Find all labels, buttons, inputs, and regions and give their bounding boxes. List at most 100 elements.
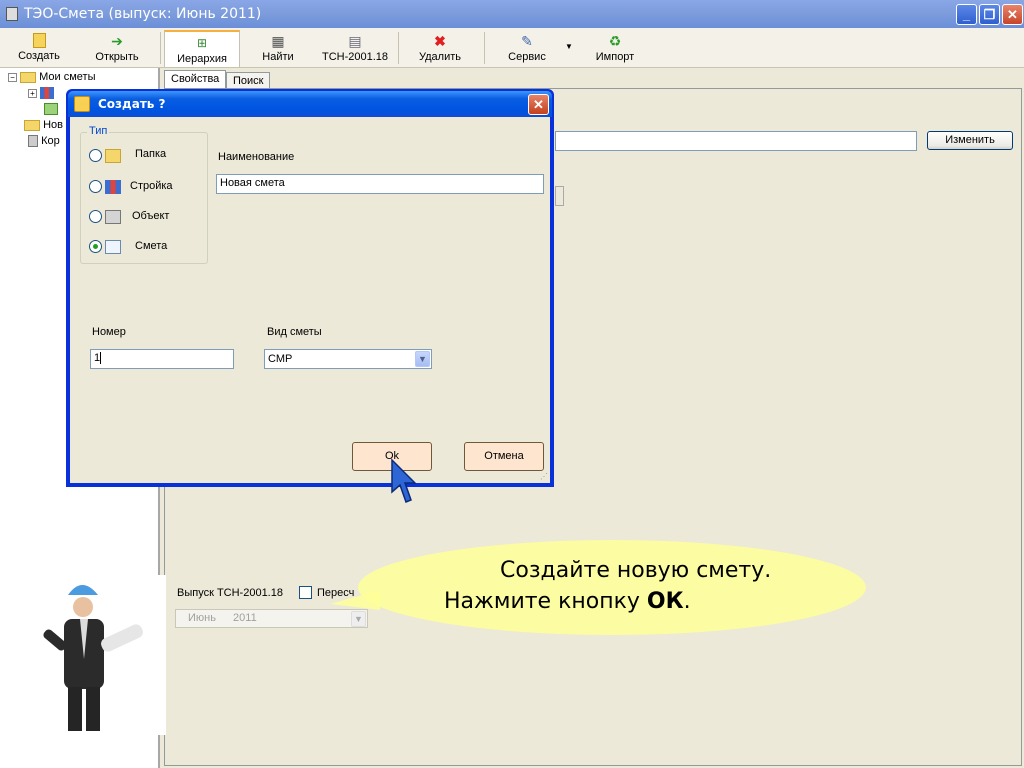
kind-value: СМР [268,353,293,365]
number-input[interactable]: 1 [90,349,234,369]
main-titlebar[interactable]: ТЭО-Смета (выпуск: Июнь 2011) _ ❐ ✕ [0,0,1024,28]
callout-line1: Создайте новую смету. [500,558,772,583]
tree-item-label: Нов [43,119,63,131]
dialog-titlebar[interactable]: Создать ? ✕ [68,91,552,117]
delete-icon: ✖ [434,33,446,49]
create-dialog: Создать ? ✕ Тип Папка Стройка Объект Сме… [66,89,554,487]
expand-icon[interactable]: + [28,88,37,98]
find-label: Найти [262,51,294,63]
collapse-icon[interactable]: − [8,72,17,82]
type-label-object: Объект [132,210,170,222]
close-button[interactable]: ✕ [1002,4,1023,25]
release-label: Выпуск ТСН-2001.18 [177,587,283,599]
tsn-label: ТСН-2001.18 [321,51,389,63]
delete-button[interactable]: ✖ Удалить [410,30,470,67]
toolbar-separator [398,32,399,64]
tab-properties[interactable]: Свойства [164,70,227,88]
tree-root-label: Мои сметы [39,71,96,83]
tsn-icon: ▤ [348,33,362,49]
dialog-close-button[interactable]: ✕ [528,94,549,115]
create-button[interactable]: Создать [8,30,70,67]
import-label: Импорт [595,51,635,63]
tsn-button[interactable]: ▤ ТСН-2001.18 [318,30,392,67]
tree-item-label: Кор [41,135,60,147]
tree-item-trash[interactable]: Кор [28,135,60,151]
open-label: Открыть [95,51,139,63]
chevron-down-icon[interactable]: ▼ [351,611,366,627]
service-button[interactable]: ✎ Сервис [500,30,554,67]
find-button[interactable]: ▦ Найти [252,30,304,67]
find-icon: ▦ [271,33,285,49]
kind-select[interactable]: СМР ▼ [264,349,432,369]
type-group-label: Тип [87,125,110,137]
callout-line2-prefix: Нажмите кнопку [444,589,647,614]
import-icon: ♻ [608,33,622,49]
create-icon [32,33,46,48]
change-button[interactable]: Изменить [927,131,1013,150]
dialog-title: Создать ? [98,97,166,111]
hierarchy-icon: ⊞ [196,36,208,50]
name-label: Наименование [218,151,295,163]
folder-icon [20,71,37,83]
toolbar-separator [160,32,161,64]
kind-label: Вид сметы [267,326,322,338]
hierarchy-label: Иерархия [177,53,227,65]
create-icon [74,96,90,112]
window-title: ТЭО-Смета (выпуск: Июнь 2011) [24,6,262,22]
main-toolbar: Создать ➔ Открыть ⊞ Иерархия ▦ Найти ▤ Т… [0,28,1024,68]
tree-item-estimate[interactable] [44,103,58,119]
open-button[interactable]: ➔ Открыть [86,30,148,67]
toolbar-separator [484,32,485,64]
delete-label: Удалить [419,51,461,63]
tree-item-new[interactable]: Нов [24,119,63,135]
service-icon: ✎ [521,33,533,49]
instructor-illustration [28,575,166,735]
callout-line2: Нажмите кнопку ОК. [444,589,691,614]
app-icon [6,7,18,21]
hierarchy-button[interactable]: ⊞ Иерархия [164,30,240,67]
construction-icon [40,87,55,100]
name-field-background[interactable] [555,131,917,151]
type-label-folder: Папка [135,148,167,160]
estimate-icon [105,240,121,254]
type-radio-folder[interactable] [89,149,102,162]
text-cursor [100,352,102,365]
worker-figure-icon [43,585,143,731]
name-input[interactable]: Новая смета [216,174,544,194]
open-icon: ➔ [111,33,123,49]
chevron-down-icon[interactable]: ▼ [415,351,430,367]
trash-icon [28,135,38,148]
dialog-body: Тип Папка Стройка Объект Смета Наименова… [70,117,550,483]
type-label-construction: Стройка [130,180,173,192]
type-radio-object[interactable] [89,210,102,223]
resize-grip-icon[interactable]: ⋰ [540,472,548,481]
restore-button[interactable]: ❐ [979,4,1000,25]
estimate-icon [44,103,58,116]
object-icon [105,210,121,224]
release-year: 2011 [233,612,257,624]
callout-bubble [358,540,866,635]
number-label: Номер [92,326,126,338]
tree-item-my-estimates[interactable]: − Мои сметы [8,71,96,87]
construction-icon [105,180,121,194]
type-radio-estimate[interactable] [89,240,102,253]
minimize-button[interactable]: _ [956,4,977,25]
create-label: Создать [18,50,60,62]
folder-icon [24,119,40,131]
type-label-estimate: Смета [135,240,168,252]
tree-item-construction[interactable]: + [28,87,55,103]
cancel-button[interactable]: Отмена [464,442,544,471]
cursor-icon [391,458,416,503]
combo-background [555,186,564,206]
recalc-checkbox[interactable] [299,586,312,599]
release-month: Июнь [188,612,216,624]
type-radio-construction[interactable] [89,180,102,193]
release-combo[interactable]: Июнь 2011 ▼ [175,609,368,628]
service-dropdown-icon[interactable]: ▼ [564,42,574,52]
tab-search[interactable]: Поиск [226,72,271,88]
type-groupbox: Тип Папка Стройка Объект Смета [80,125,208,264]
callout-line2-suffix: . [683,589,691,614]
folder-icon [105,149,121,163]
callout-ok-emphasis: ОК [646,589,684,614]
import-button[interactable]: ♻ Импорт [590,30,640,67]
